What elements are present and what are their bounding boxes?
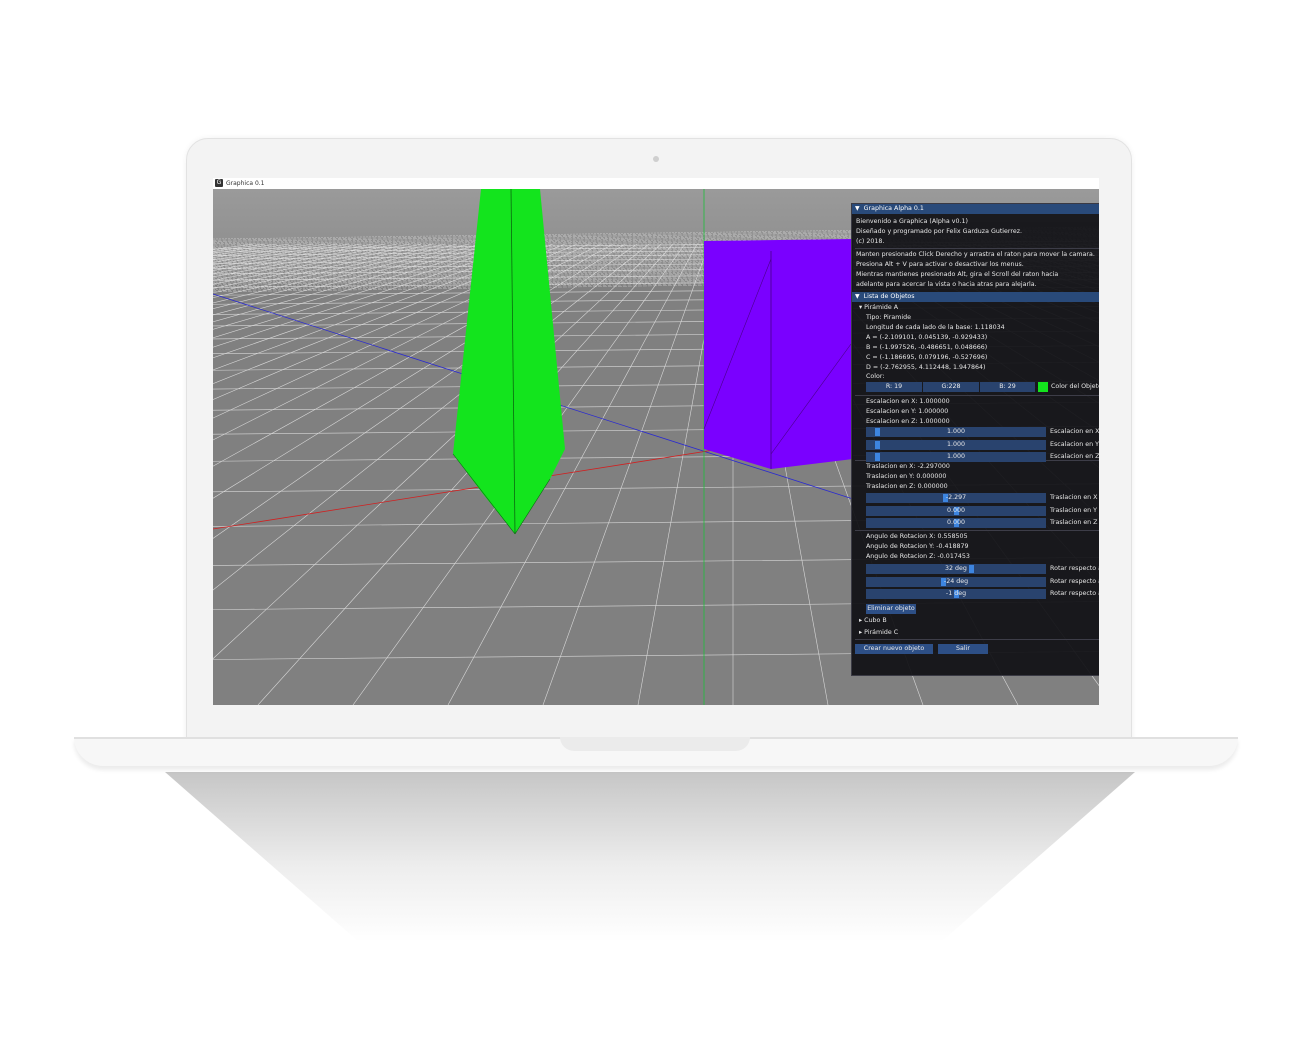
scale-slider-y[interactable]: 1.000 <box>866 439 1046 450</box>
panel-header[interactable]: ▼ Graphica Alpha 0.1 <box>852 204 1099 214</box>
separator <box>855 395 1099 396</box>
slider-label: Escalacion en X <box>1050 428 1099 435</box>
exit-button[interactable]: Salir <box>938 644 988 654</box>
rotation-text-x: Angulo de Rotacion X: 0.558505 <box>866 533 968 540</box>
translate-text-y: Traslacion en Y: 0.000000 <box>866 473 947 480</box>
tree-item-cubo-b[interactable]: ▸ Cubo B <box>859 616 887 625</box>
slider-value: -1 deg <box>945 590 967 597</box>
scale-z-text: Escalacion en Z: 1.000000 <box>866 418 950 425</box>
color-swatch[interactable] <box>1038 382 1048 392</box>
vertex-c: C = (-1.186695, 0.079196, -0.527696) <box>866 354 988 361</box>
delete-object-button[interactable]: Eliminar objeto <box>866 604 916 614</box>
slider-label: Traslacion en X <box>1050 494 1098 501</box>
tree-item-label: Cubo B <box>864 617 887 624</box>
window-titlebar: G Graphica 0.1 <box>213 178 1099 189</box>
slider-label: Escalacion en Y <box>1050 440 1099 448</box>
cube-b[interactable] <box>704 239 853 469</box>
translate-text-x: Traslacion en X: -2.297000 <box>866 463 950 470</box>
base-length: Longitud de cada lado de la base: 1.1180… <box>866 324 1005 331</box>
vertex-d: D = (-2.762955, 4.112448, 1.947864) <box>866 364 986 371</box>
slider-value: 1.000 <box>946 440 966 448</box>
objects-list-header[interactable]: ▼ Lista de Objetos <box>852 292 1099 302</box>
color-r-input[interactable]: R: 19 <box>866 382 922 392</box>
tree-item-label: Pirámide A <box>864 304 899 311</box>
vertex-a: A = (-2.109101, 0.045139, -0.929433) <box>866 334 988 341</box>
slider-label: Escalacion en Z <box>1050 453 1099 460</box>
scale-y-text: Escalacion en Y: 1.000000 <box>866 408 949 415</box>
slider-value: 32 deg <box>945 565 967 572</box>
help-line-1: Manten presionado Click Derecho y arrast… <box>856 251 1095 258</box>
graphica-menu-panel: ▼ Graphica Alpha 0.1 Bienvenido a Graphic… <box>851 203 1099 676</box>
separator <box>855 639 1099 640</box>
laptop-notch <box>560 737 750 751</box>
translate-slider-x[interactable]: -2.297 <box>866 493 1046 503</box>
webcam-dot <box>653 156 659 162</box>
translate-slider-y[interactable]: 0.000 <box>866 505 1046 516</box>
slider-grab-handle[interactable] <box>969 565 975 573</box>
slider-value: 1.000 <box>946 428 966 435</box>
create-object-button[interactable]: Crear nuevo objeto <box>855 644 933 654</box>
rotation-slider-z[interactable]: -1 deg <box>866 589 1046 599</box>
objects-list-title: Lista de Objetos <box>863 293 915 300</box>
window-title: Graphica 0.1 <box>226 180 265 187</box>
collapse-triangle-icon: ▼ <box>855 293 860 300</box>
slider-grab-handle[interactable] <box>874 428 880 436</box>
tree-item-piramide-c[interactable]: ▸ Pirámide C <box>859 628 898 637</box>
help-line-3: Mientras mantienes presionado Alt, gira … <box>856 271 1059 278</box>
help-line-2: Presiona Alt + V para activar o desactiv… <box>856 261 1024 268</box>
laptop-reflection <box>165 772 1135 942</box>
intro-line-2: Diseñado y programado por Felix Garduza … <box>856 228 1023 235</box>
object-type: Tipo: Piramide <box>866 314 911 321</box>
scale-x-text: Escalacion en X: 1.000000 <box>866 398 950 405</box>
rotation-text-z: Angulo de Rotacion Z: -0.017453 <box>866 553 970 560</box>
scale-slider-z[interactable]: 1.000 <box>866 452 1046 462</box>
3d-viewport[interactable]: ▼ Graphica Alpha 0.1 Bienvenido a Graphic… <box>213 188 1099 705</box>
app-window: G Graphica 0.1 ▼ Graphica Alpha 0.1 Bien… <box>213 178 1099 705</box>
slider-value: -2.297 <box>945 494 967 501</box>
rotation-text-y: Angulo de Rotacion Y: -0.418879 <box>866 543 969 550</box>
slider-value: 0.000 <box>946 506 966 514</box>
slider-label: Rotar respecto a <box>1050 590 1099 597</box>
slider-label: Rotar respecto a <box>1050 577 1099 585</box>
graphica-app-icon: G <box>215 179 223 187</box>
help-line-4: adelante para acercar la vista o hacia a… <box>856 281 1037 288</box>
color-b-input[interactable]: B: 29 <box>980 382 1035 392</box>
intro-line-3: (c) 2018. <box>856 238 885 245</box>
color-object-label: Color del Objeto <box>1051 383 1099 390</box>
intro-line-1: Bienvenido a Graphica (Alpha v0.1) <box>856 218 968 225</box>
vertex-b: B = (-1.997526, -0.486651, 0.048666) <box>866 344 988 351</box>
color-g-input[interactable]: G:228 <box>923 382 979 392</box>
rotation-slider-y[interactable]: -24 deg <box>866 576 1046 587</box>
scale-slider-x[interactable]: 1.000 <box>866 427 1046 437</box>
tree-item-label: Pirámide C <box>864 629 899 636</box>
slider-label: Traslacion en Z <box>1050 519 1098 526</box>
separator <box>855 530 1099 531</box>
translate-text-z: Traslacion en Z: 0.000000 <box>866 483 948 490</box>
tree-item-piramide-a[interactable]: ▾ Pirámide A <box>859 303 898 312</box>
color-label: Color: <box>866 373 885 380</box>
rotation-slider-x[interactable]: 32 deg <box>866 564 1046 574</box>
slider-grab-handle[interactable] <box>874 440 880 449</box>
slider-value: 0.000 <box>946 519 966 526</box>
slider-grab-handle[interactable] <box>874 453 880 461</box>
panel-title: Graphica Alpha 0.1 <box>863 205 924 212</box>
translate-slider-z[interactable]: 0.000 <box>866 518 1046 528</box>
separator <box>855 248 1099 249</box>
collapse-triangle-icon: ▼ <box>855 205 860 212</box>
slider-label: Rotar respecto a <box>1050 565 1099 572</box>
slider-value: 1.000 <box>946 453 966 460</box>
slider-label: Traslacion en Y <box>1050 506 1098 514</box>
slider-value: -24 deg <box>943 577 969 585</box>
